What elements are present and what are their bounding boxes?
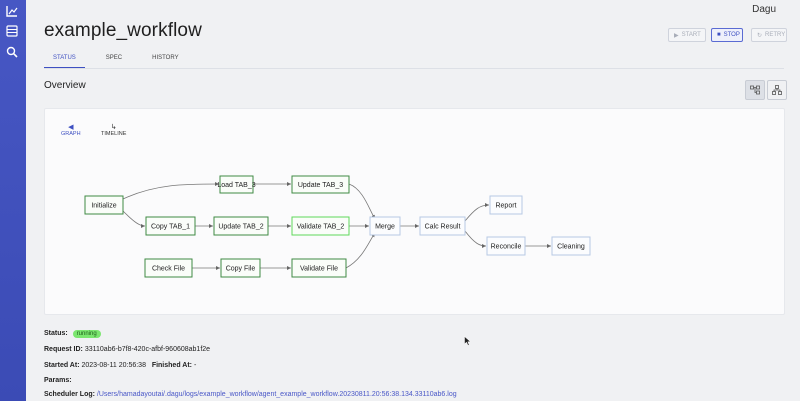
list-icon[interactable] bbox=[5, 24, 19, 38]
retry-button[interactable]: ↻ RETRY bbox=[751, 28, 787, 42]
edge-validatefile-merge bbox=[345, 232, 376, 269]
params-row: Params: bbox=[44, 377, 72, 384]
node-load-tab3-label: Load TAB_3 bbox=[217, 182, 255, 189]
edge-calc-report bbox=[464, 203, 490, 222]
scheduler-log-row: Scheduler Log: /Users/hamadayoutai/.dagu… bbox=[44, 391, 457, 398]
node-cleaning-label: Cleaning bbox=[557, 244, 585, 251]
request-id-row: Request ID: 33110ab6-b7f8-420c-afbf-9606… bbox=[44, 346, 211, 353]
edge-init-copy1 bbox=[122, 210, 146, 228]
tab-status[interactable]: STATUS bbox=[44, 52, 85, 68]
status-row: Status: running bbox=[44, 330, 101, 338]
dag-graph: Initialize Load TAB_3 Update TAB_3 Copy … bbox=[84, 175, 591, 278]
node-initialize-label: Initialize bbox=[91, 203, 116, 210]
overview-heading: Overview bbox=[44, 80, 86, 91]
retry-icon: ↻ bbox=[757, 32, 763, 39]
node-validate-tab2-label: Validate TAB_2 bbox=[297, 224, 345, 231]
tab-spec[interactable]: SPEC bbox=[97, 52, 131, 68]
vertical-layout-toggle[interactable] bbox=[767, 80, 787, 100]
flow-vertical-icon bbox=[772, 85, 782, 95]
edge-init-load bbox=[122, 182, 220, 200]
page-title: example_workflow bbox=[44, 20, 202, 41]
node-validate-file-label: Validate File bbox=[300, 266, 338, 273]
node-check-file-label: Check File bbox=[152, 266, 185, 273]
app-name: Dagu bbox=[752, 4, 776, 15]
tab-history[interactable]: HISTORY bbox=[143, 52, 187, 68]
graph-panel: ◀ GRAPH ↳ TIMELINE Initialize Load TAB_3 bbox=[44, 108, 785, 315]
sidebar bbox=[0, 0, 26, 401]
edge-calc-reconcile bbox=[464, 230, 487, 248]
node-copy-file-label: Copy File bbox=[226, 266, 256, 273]
tab-divider bbox=[44, 68, 784, 69]
status-badge: running bbox=[72, 330, 101, 338]
finished-at-value: - bbox=[193, 362, 197, 369]
node-merge-label: Merge bbox=[375, 224, 395, 231]
edge-update3-merge bbox=[348, 183, 376, 220]
stop-button[interactable]: ■ STOP bbox=[711, 28, 743, 42]
horizontal-layout-toggle[interactable] bbox=[745, 80, 765, 100]
node-update-tab2-label: Update TAB_2 bbox=[218, 224, 263, 231]
node-copy-tab1-label: Copy TAB_1 bbox=[151, 224, 190, 231]
start-button[interactable]: ▶ START bbox=[668, 28, 706, 42]
node-update-tab3-label: Update TAB_3 bbox=[298, 182, 343, 189]
node-calc-result-label: Calc Result bbox=[425, 224, 461, 231]
node-reconcile-label: Reconcile bbox=[491, 244, 522, 251]
mouse-cursor-icon bbox=[464, 336, 472, 346]
play-icon: ▶ bbox=[674, 32, 679, 39]
started-at-value: 2023-08-11 20:56:38 bbox=[81, 362, 146, 369]
chart-icon[interactable] bbox=[5, 4, 19, 18]
flow-horizontal-icon bbox=[750, 85, 760, 95]
timing-row: Started At: 2023-08-11 20:56:38 Finished… bbox=[44, 362, 197, 369]
tab-bar: STATUS SPEC HISTORY bbox=[44, 52, 200, 68]
stop-icon: ■ bbox=[717, 32, 721, 38]
scheduler-log-link[interactable]: /Users/hamadayoutai/.dagu/logs/example_w… bbox=[97, 391, 457, 398]
request-id-value: 33110ab6-b7f8-420c-afbf-960608ab1f2e bbox=[84, 346, 211, 353]
search-icon[interactable] bbox=[5, 45, 19, 59]
node-report-label: Report bbox=[495, 203, 516, 210]
